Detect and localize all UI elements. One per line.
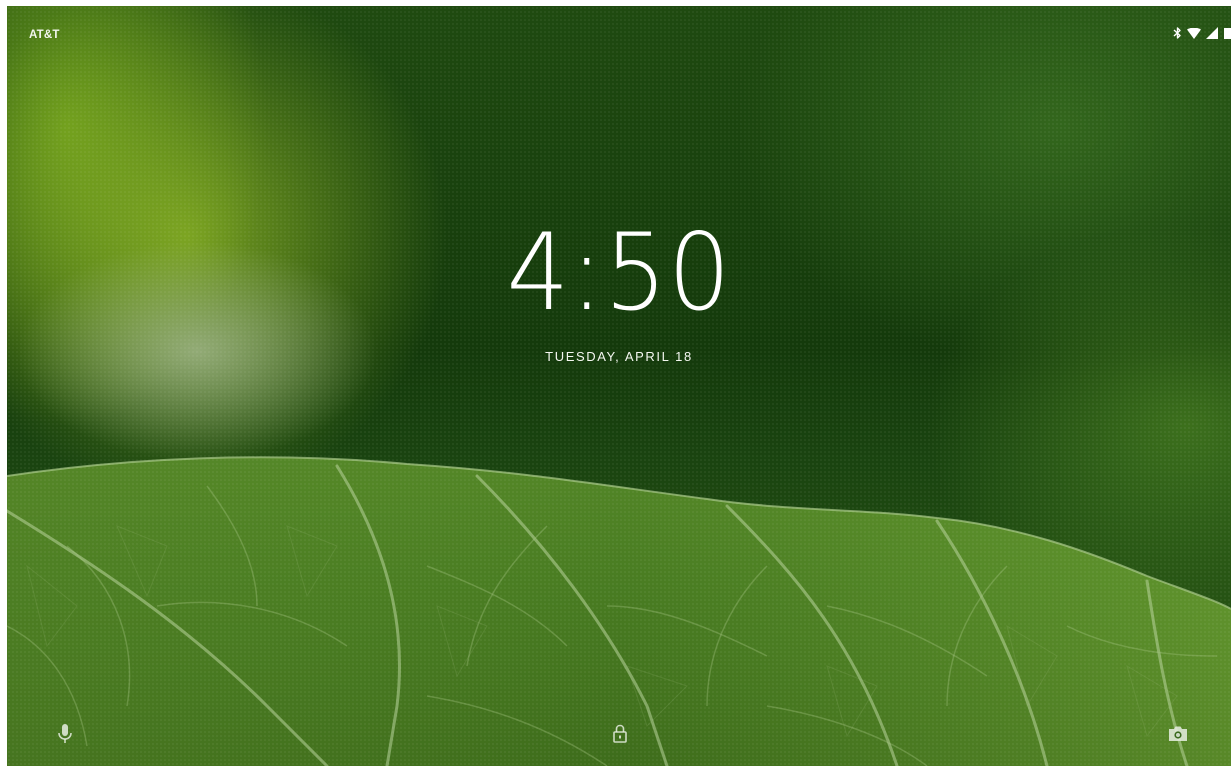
voice-assist-button[interactable]	[47, 718, 83, 754]
carrier-label: AT&T	[29, 29, 60, 41]
bluetooth-icon	[1173, 27, 1182, 39]
wallpaper-leaf	[7, 456, 1231, 766]
microphone-icon	[57, 723, 73, 750]
lock-screen-clock: 4:50	[506, 211, 732, 334]
battery-icon	[1223, 27, 1231, 39]
status-icons	[1173, 27, 1231, 39]
status-bar[interactable]: AT&T	[7, 6, 1231, 41]
lock-screen[interactable]: AT&T 4:50 TUESDAY, APRIL 18	[7, 6, 1231, 766]
lock-screen-date: TUESDAY, APRIL 18	[545, 349, 693, 364]
lock-icon	[612, 724, 628, 749]
wifi-icon	[1187, 27, 1201, 39]
camera-icon	[1168, 725, 1188, 747]
unlock-button[interactable]	[602, 718, 638, 754]
camera-button[interactable]	[1160, 718, 1196, 754]
cellular-signal-icon	[1206, 27, 1218, 39]
